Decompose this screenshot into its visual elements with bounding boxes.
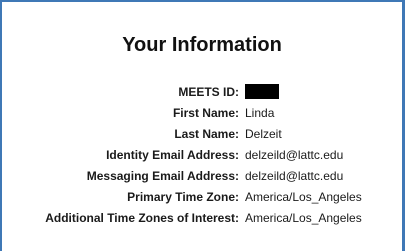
field-row-meets-id: MEETS ID: <box>2 81 402 102</box>
last-name-label: Last Name: <box>174 126 239 141</box>
primary-time-zone-value: America/Los_Angeles <box>245 189 362 204</box>
meets-id-value <box>239 84 279 100</box>
additional-time-zones-label: Additional Time Zones of Interest: <box>45 210 239 225</box>
last-name-value: Delzeit <box>245 126 282 141</box>
identity-email-label: Identity Email Address: <box>106 147 239 162</box>
meets-id-label: MEETS ID: <box>178 84 239 99</box>
first-name-value: Linda <box>245 105 275 120</box>
field-row-messaging-email: Messaging Email Address: delzeild@lattc.… <box>2 165 402 186</box>
redacted-block <box>245 84 279 100</box>
additional-time-zones-value: America/Los_Angeles <box>245 210 362 225</box>
info-fields: MEETS ID: First Name: Linda Last Name: D… <box>2 81 402 228</box>
field-row-identity-email: Identity Email Address: delzeild@lattc.e… <box>2 144 402 165</box>
messaging-email-label: Messaging Email Address: <box>86 168 239 183</box>
info-panel: Your Information MEETS ID: First Name: L… <box>0 0 405 251</box>
field-row-additional-time-zones: Additional Time Zones of Interest: Ameri… <box>2 207 402 228</box>
messaging-email-value: delzeild@lattc.edu <box>245 168 344 183</box>
identity-email-value: delzeild@lattc.edu <box>245 147 344 162</box>
primary-time-zone-label: Primary Time Zone: <box>127 189 239 204</box>
field-row-first-name: First Name: Linda <box>2 102 402 123</box>
first-name-label: First Name: <box>172 105 239 120</box>
field-row-last-name: Last Name: Delzeit <box>2 123 402 144</box>
page-title: Your Information <box>122 34 282 56</box>
field-row-primary-time-zone: Primary Time Zone: America/Los_Angeles <box>2 186 402 207</box>
